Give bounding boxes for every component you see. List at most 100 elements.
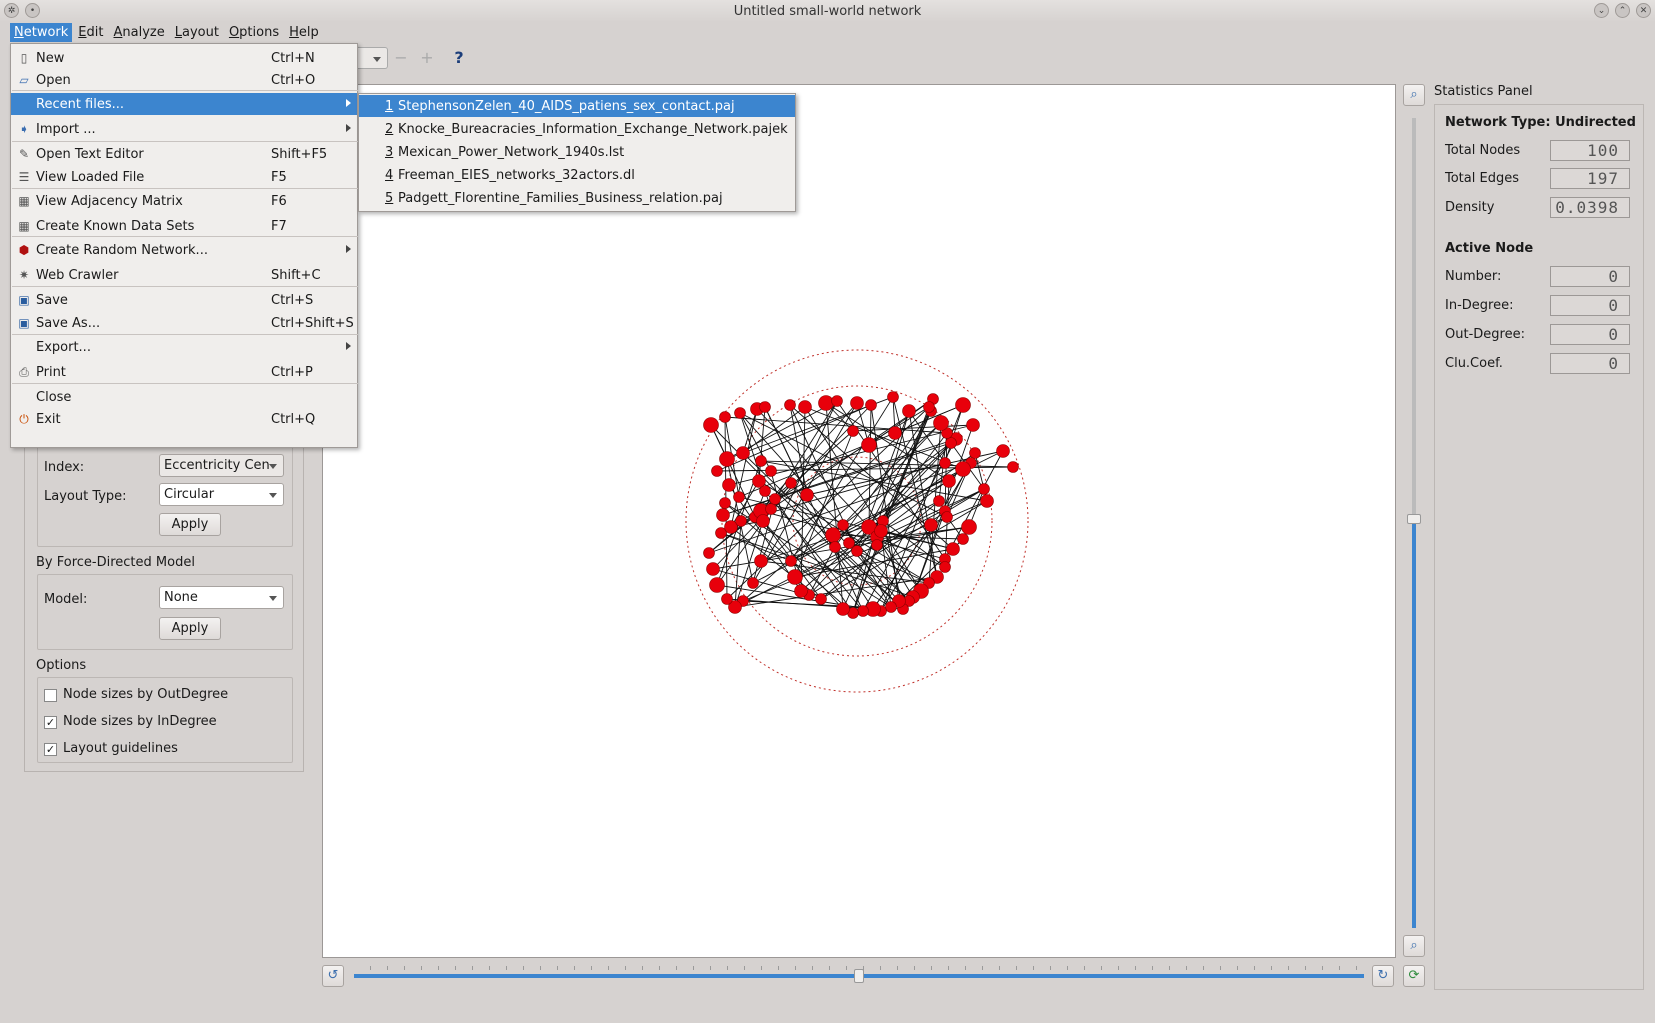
menu-item-create-known-data-sets[interactable]: ▦ Create Known Data Sets F7 — [11, 215, 357, 237]
minimize-icon[interactable]: ⌄ — [1594, 3, 1609, 18]
guidelines-checkbox[interactable]: ✓ — [44, 743, 57, 756]
rotate-left-button[interactable]: ↺ — [322, 965, 344, 987]
pencil-icon: ✎ — [18, 147, 30, 161]
menu-help[interactable]: Help — [285, 23, 323, 42]
menu-item-print[interactable]: ⎙ Print Ctrl+P — [11, 361, 357, 383]
window-title: Untitled small-world network — [733, 3, 922, 19]
network-canvas[interactable] — [322, 84, 1396, 958]
outdegree-label: Node sizes by OutDegree — [63, 687, 229, 702]
menu-network[interactable]: Network — [10, 23, 73, 42]
open-folder-icon: ▱ — [19, 73, 29, 87]
menu-item-shortcut: Ctrl+N — [271, 50, 315, 66]
graph-node — [752, 474, 766, 488]
menu-item-save[interactable]: ▣ Save Ctrl+S — [11, 289, 357, 311]
menu-separator — [12, 383, 358, 384]
recent-file-name: Knocke_Bureacracies_Information_Exchange… — [398, 121, 788, 137]
recent-file-item[interactable]: 3 Mexican_Power_Network_1940s.lst — [359, 141, 795, 163]
graph-node — [769, 493, 781, 505]
menu-edit[interactable]: Edit — [74, 23, 107, 42]
menu-item-shortcut: Ctrl+S — [271, 292, 314, 308]
graph-node — [759, 401, 771, 413]
zoom-in-button[interactable]: ⌕ — [1403, 84, 1425, 106]
graph-node — [847, 425, 859, 437]
zoom-in-icon[interactable]: + — [418, 49, 436, 67]
graph-node — [784, 399, 796, 411]
rotate-right-button[interactable]: ↻ — [1372, 965, 1394, 987]
menu-item-recent-files[interactable]: Recent files... — [11, 93, 357, 115]
maximize-icon[interactable]: ⌃ — [1615, 3, 1630, 18]
graph-edge — [758, 480, 930, 584]
graph-node — [800, 488, 814, 502]
menu-item-web-crawler[interactable]: ✷ Web Crawler Shift+C — [11, 264, 357, 286]
menu-item-open[interactable]: ▱ Open Ctrl+O — [11, 69, 357, 91]
clucoef-label: Clu.Coef. — [1445, 355, 1503, 371]
graph-node — [733, 491, 745, 503]
recent-file-item[interactable]: 2 Knocke_Bureacracies_Information_Exchang… — [359, 118, 795, 140]
pin-icon[interactable]: • — [25, 3, 40, 18]
menu-item-save-as[interactable]: ▣ Save As... Ctrl+Shift+S — [11, 312, 357, 334]
graph-node — [969, 447, 981, 459]
spider-icon: ✷ — [18, 268, 30, 282]
indegree-checkbox[interactable]: ✓ — [44, 716, 57, 729]
recent-file-item[interactable]: 5 Padgett_Florentine_Families_Business_re… — [359, 188, 795, 210]
zoom-out-icon[interactable]: − — [392, 49, 410, 67]
graph-node — [865, 399, 877, 411]
menu-item-label: Exit — [36, 411, 61, 427]
graph-node — [955, 397, 971, 413]
menu-item-exit[interactable]: ⏻ Exit Ctrl+Q — [11, 408, 357, 430]
menu-separator — [12, 188, 358, 189]
close-icon[interactable]: ✕ — [1636, 3, 1651, 18]
graph-node — [874, 524, 888, 538]
menu-item-shortcut: Ctrl+Shift+S — [271, 315, 354, 331]
graph-node — [851, 545, 863, 557]
menu-layout[interactable]: Layout — [171, 23, 223, 42]
whats-this-icon[interactable]: ? — [450, 49, 468, 67]
rotate-slider-handle[interactable] — [854, 969, 864, 983]
number-label: Number: — [1445, 268, 1502, 284]
apply-model-button[interactable]: Apply — [159, 617, 221, 640]
graph-edge — [726, 598, 874, 610]
menu-item-export[interactable]: Export... — [11, 336, 357, 358]
window-titlebar: ✲ • Untitled small-world network ⌄ ⌃ ✕ — [0, 0, 1655, 22]
recent-file-number: 3 — [385, 144, 394, 160]
menu-item-label: Open Text Editor — [36, 146, 144, 162]
menu-separator — [12, 334, 358, 335]
menu-item-view-loaded-file[interactable]: ☰ View Loaded File F5 — [11, 166, 357, 188]
recent-file-name: Freeman_EIES_networks_32actors.dl — [398, 168, 635, 184]
graph-node — [719, 451, 735, 467]
menu-item-shortcut: F7 — [271, 218, 287, 234]
menu-item-close[interactable]: Close — [11, 386, 357, 408]
zoom-out-button[interactable]: ⌕ — [1403, 935, 1425, 957]
graph-node — [1007, 461, 1019, 473]
graph-node — [945, 437, 957, 449]
menu-item-label: View Adjacency Matrix — [36, 193, 183, 209]
app-menu-icon[interactable]: ✲ — [4, 3, 19, 18]
network-graph[interactable] — [323, 85, 1395, 957]
graph-node — [734, 407, 746, 419]
graph-node — [721, 593, 733, 605]
zoom-slider-handle[interactable] — [1407, 514, 1421, 524]
graph-node — [837, 519, 849, 531]
graph-node — [711, 465, 723, 477]
menu-item-import[interactable]: ➧ Import ... — [11, 118, 357, 140]
menu-item-create-random-network[interactable]: ⬢ Create Random Network... — [11, 239, 357, 261]
menu-item-new[interactable]: ▯ New Ctrl+N — [11, 47, 357, 69]
menu-item-label: Web Crawler — [36, 267, 119, 283]
menu-analyze[interactable]: Analyze — [109, 23, 168, 42]
reset-view-button[interactable]: ⟳ — [1403, 965, 1425, 987]
menu-separator — [12, 141, 358, 142]
graph-node — [955, 461, 971, 477]
graph-node — [755, 455, 767, 467]
recent-file-item[interactable]: 4 Freeman_EIES_networks_32actors.dl — [359, 165, 795, 187]
graph-edge — [820, 500, 988, 600]
options-title: Options — [36, 658, 87, 673]
outdegree-checkbox[interactable] — [44, 689, 57, 702]
density-label: Density — [1445, 199, 1495, 215]
matrix-icon: ▦ — [18, 219, 30, 233]
recent-file-item[interactable]: 1 StephensonZelen_40_AIDS_patiens_sex_con… — [359, 95, 795, 117]
menu-item-open-text-editor[interactable]: ✎ Open Text Editor Shift+F5 — [11, 143, 357, 165]
menu-options[interactable]: Options — [225, 23, 283, 42]
model-select[interactable]: None — [159, 586, 284, 609]
menu-item-view-adjacency-matrix[interactable]: ▦ View Adjacency Matrix F6 — [11, 190, 357, 212]
guidelines-label: Layout guidelines — [63, 741, 178, 756]
